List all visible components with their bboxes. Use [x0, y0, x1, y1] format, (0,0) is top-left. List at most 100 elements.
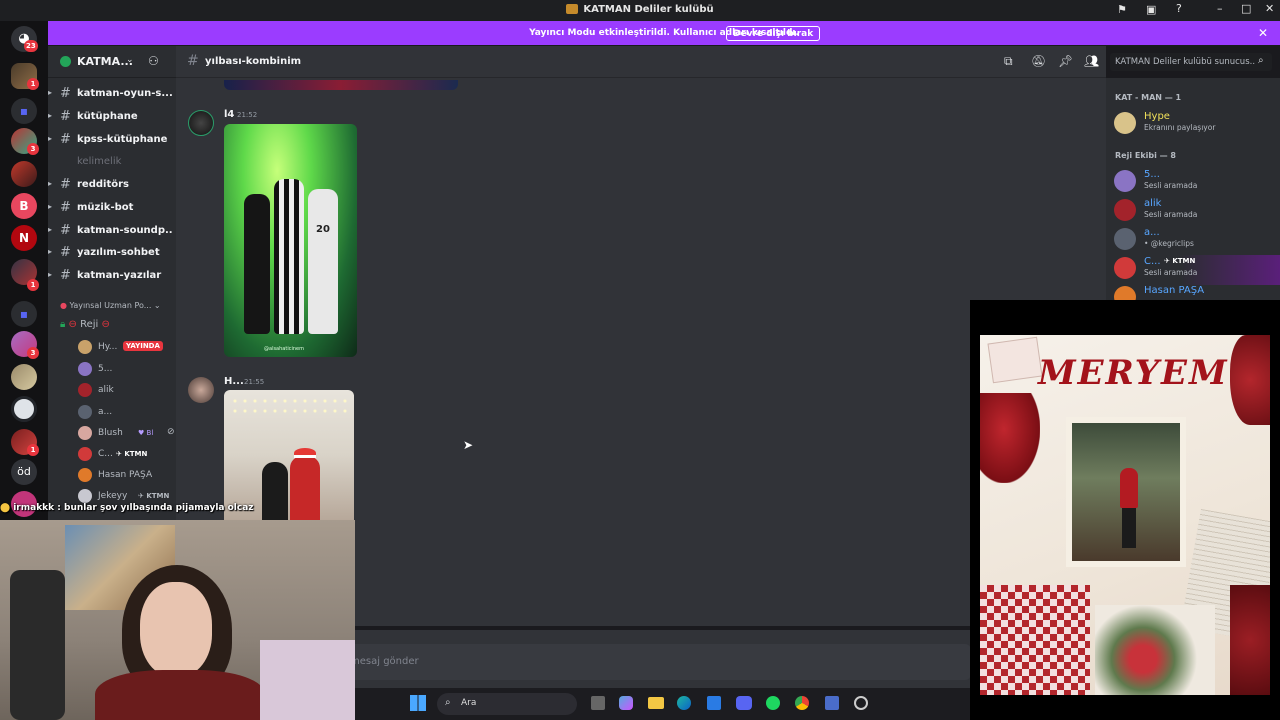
- lock-icon: 🔒︎: [60, 319, 66, 330]
- caret-icon: ▸: [48, 179, 53, 188]
- folder-icon[interactable]: ▪: [11, 301, 37, 327]
- server-badge: 1: [27, 279, 39, 291]
- flag-icon[interactable]: ⚑: [1117, 3, 1127, 16]
- avatar: [78, 468, 92, 482]
- search-input[interactable]: KATMAN Deliler kulübü sunucus... ⌕: [1110, 53, 1272, 71]
- threads-icon[interactable]: ⧉: [1004, 54, 1013, 69]
- copilot-icon[interactable]: [619, 696, 633, 710]
- photo-attachment[interactable]: [224, 390, 354, 520]
- pin-icon[interactable]: 📌︎: [1058, 54, 1073, 68]
- channel-item[interactable]: ▸ # kütüphane: [48, 106, 176, 128]
- member-item[interactable]: a... • @kegriclips: [1114, 226, 1280, 256]
- obs-icon[interactable]: [854, 696, 868, 710]
- verified-server-icon: [60, 56, 71, 67]
- heart-decoration: [1230, 335, 1270, 425]
- task-view-icon[interactable]: [591, 696, 605, 710]
- server-icon[interactable]: [11, 396, 37, 422]
- voice-user[interactable]: Hy... YAYINDA: [78, 338, 178, 358]
- notifications-muted-icon[interactable]: 🔕︎: [1031, 54, 1046, 68]
- voice-user[interactable]: 5...: [78, 360, 178, 380]
- caret-icon: ▸: [48, 247, 53, 256]
- channel-item[interactable]: ▸ # katman-yazılar: [48, 265, 176, 287]
- voice-user[interactable]: C... ✈ KTMN: [78, 445, 178, 465]
- caret-icon: ▸: [48, 88, 53, 97]
- voice-user[interactable]: Hasan PAŞA: [78, 466, 178, 486]
- avatar[interactable]: [188, 377, 214, 403]
- member-list-icon[interactable]: 👥︎: [1084, 54, 1099, 68]
- voice-user[interactable]: a...: [78, 403, 178, 423]
- avatar: [78, 489, 92, 503]
- help-icon[interactable]: ?: [1176, 2, 1182, 15]
- spotify-icon[interactable]: [766, 696, 780, 710]
- member-group-header: Reji Ekibi — 8: [1115, 151, 1176, 160]
- voice-user[interactable]: Blush ♥ Bl ⊘: [78, 424, 178, 444]
- remote-desktop-icon[interactable]: [825, 696, 839, 710]
- channel-item-muted[interactable]: kelimelik: [48, 151, 176, 173]
- chair: [10, 570, 65, 720]
- channel-item[interactable]: ▸ # redditörs: [48, 174, 176, 196]
- channel-item[interactable]: ▸ # katman-soundp...: [48, 220, 176, 242]
- server-n-icon[interactable]: N: [11, 225, 37, 251]
- server-icon[interactable]: [11, 364, 37, 390]
- message-author[interactable]: H...: [224, 376, 244, 387]
- close-banner-icon[interactable]: ✕: [1258, 26, 1268, 40]
- close-window-icon[interactable]: ✕: [1265, 2, 1274, 15]
- person-figure: [244, 194, 270, 334]
- inbox-icon[interactable]: ▣: [1146, 3, 1156, 16]
- channel-list: ▸ # katman-oyun-s... ▸ # kütüphane ▸ # kpss-kü…: [48, 78, 176, 520]
- minimize-icon[interactable]: –: [1217, 2, 1223, 15]
- stream-chat-overlay: ⬤ irmakkk : bunlar şov yılbaşında pijama…: [0, 503, 254, 513]
- avatar: [78, 426, 92, 440]
- category-header[interactable]: ● Yayınsal Uzman Po... ⌄: [60, 301, 161, 310]
- start-icon[interactable]: [410, 695, 426, 711]
- store-icon[interactable]: [707, 696, 721, 710]
- edge-icon[interactable]: [677, 696, 691, 710]
- invite-people-icon[interactable]: ⚇: [148, 54, 159, 68]
- server-name: KATMA...: [77, 55, 133, 68]
- taskbar: ⌕ Ara: [355, 688, 970, 720]
- server-od-icon[interactable]: öd: [11, 459, 37, 485]
- taskbar-search[interactable]: ⌕ Ara: [437, 693, 577, 715]
- photo-attachment[interactable]: 20 @alsahaticinem: [224, 124, 357, 357]
- hash-icon: #: [60, 223, 71, 238]
- hash-icon: #: [60, 109, 71, 124]
- discord-icon[interactable]: [736, 696, 752, 710]
- member-item[interactable]: Hype Ekranını paylaşıyor: [1114, 110, 1280, 140]
- previous-image-attachment[interactable]: [224, 80, 458, 90]
- member-item[interactable]: 5... Sesli aramada: [1114, 168, 1280, 198]
- user-tag: ✈ KTMN: [116, 450, 148, 458]
- voice-channel-reji[interactable]: 🔒︎ ⊖ Reji ⊖: [60, 319, 110, 330]
- member-item[interactable]: C... ✈ KTMN Sesli aramada: [1114, 255, 1280, 285]
- avatar: [78, 383, 92, 397]
- server-header[interactable]: KATMA... ⌄ ⚇: [48, 46, 176, 78]
- user-tag: ✈ KTMN: [138, 492, 170, 500]
- live-badge: YAYINDA: [123, 341, 163, 351]
- banner-text: Yayıncı Modu etkinleştirildi. Kullanıcı …: [529, 28, 799, 38]
- channel-item[interactable]: ▸ # kpss-kütüphane: [48, 129, 176, 151]
- server-badge: 3: [27, 143, 39, 155]
- user-tag: ♥ Bl: [138, 429, 154, 437]
- disable-streamer-mode-button[interactable]: Devre dışı bırak: [726, 26, 821, 41]
- server-list: ◕ 23 1 ▪ 3 B N 1 ▪ 3 1 öd: [0, 21, 48, 521]
- voice-user[interactable]: alik: [78, 381, 178, 401]
- file-explorer-icon[interactable]: [648, 697, 664, 709]
- message-time: 21:52: [237, 111, 258, 119]
- folder-icon[interactable]: ▪: [11, 98, 37, 124]
- member-item[interactable]: alik Sesli aramada: [1114, 197, 1280, 227]
- server-b-icon[interactable]: B: [11, 193, 37, 219]
- caret-icon: ▸: [48, 225, 53, 234]
- channel-item[interactable]: ▸ # müzik-bot: [48, 197, 176, 219]
- chrome-icon[interactable]: [795, 696, 809, 710]
- search-icon: ⌕: [445, 697, 451, 708]
- maximize-icon[interactable]: □: [1241, 2, 1251, 15]
- avatar[interactable]: [188, 110, 214, 136]
- chevron-down-icon[interactable]: ⌄: [126, 55, 134, 65]
- dm-badge: 23: [24, 40, 38, 52]
- caret-icon: ▸: [48, 134, 53, 143]
- message-author[interactable]: l4: [224, 109, 234, 120]
- channel-item[interactable]: ▸ # katman-oyun-s...: [48, 83, 176, 105]
- message: l4 21:52 20 @alsahaticinem: [186, 108, 966, 363]
- channel-item[interactable]: ▸ # yazılım-sohbet: [48, 242, 176, 264]
- server-icon[interactable]: [11, 161, 37, 187]
- caret-icon: ▸: [48, 111, 53, 120]
